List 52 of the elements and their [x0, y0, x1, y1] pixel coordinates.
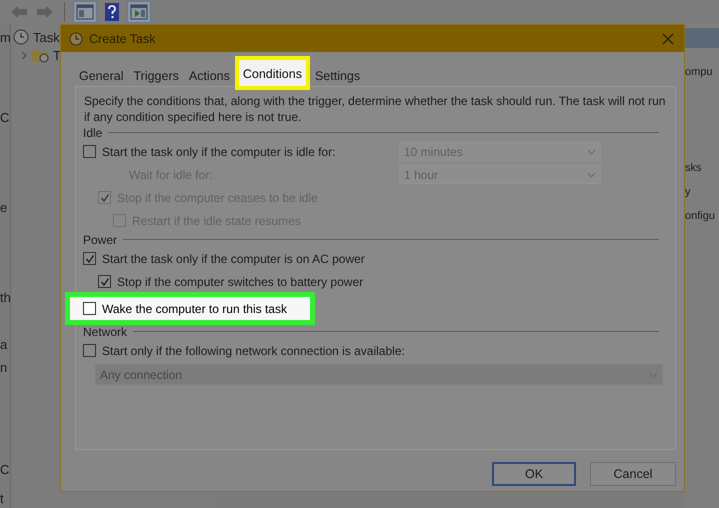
- clock-icon: [13, 29, 29, 45]
- dialog-button[interactable]: OK: [492, 462, 576, 486]
- chevron-down-icon: [587, 172, 596, 178]
- check-icon: [84, 254, 94, 264]
- tab[interactable]: General: [74, 66, 128, 86]
- chevron-down-icon: [587, 148, 596, 154]
- section-heading: Network: [83, 324, 128, 338]
- help-icon: [105, 3, 119, 21]
- checkbox[interactable]: [83, 252, 96, 265]
- check-icon: [100, 192, 110, 202]
- forward-arrow-icon: [36, 5, 54, 19]
- clock-icon: [69, 32, 83, 46]
- highlighted-tab[interactable]: Conditions: [234, 56, 310, 90]
- checkbox-label: Wake the computer to run this task: [102, 302, 287, 316]
- checkbox[interactable]: [83, 302, 96, 315]
- cut-off-text: n: [0, 361, 8, 375]
- play-panel-icon: [130, 4, 148, 20]
- tree-item[interactable]: T: [53, 48, 61, 62]
- checkbox-label: Start only if the following network connection is available:: [102, 344, 405, 358]
- description-text: Specify the conditions that, along with the trigger, determine whether the task should run. The task will not run if any condition specified here is not true.: [84, 93, 666, 125]
- checkbox[interactable]: [83, 344, 96, 357]
- checkbox-label: Stop if the computer switches to battery power: [117, 274, 364, 288]
- window-title: Create Task: [89, 32, 156, 46]
- cut-off-text: th: [0, 291, 10, 305]
- section-heading: Idle: [83, 126, 102, 140]
- cut-off-text: sks: [685, 161, 702, 176]
- tab[interactable]: Triggers: [128, 66, 184, 86]
- checkbox[interactable]: [98, 275, 111, 288]
- cut-off-text: m: [0, 31, 10, 45]
- check-icon: [100, 276, 110, 286]
- checkbox[interactable]: [83, 145, 96, 158]
- tree-item[interactable]: Task: [33, 30, 60, 44]
- cut-off-text: C: [0, 463, 10, 477]
- section-heading: Power: [83, 232, 118, 246]
- close-icon[interactable]: [662, 32, 674, 44]
- cut-off-text: y: [685, 185, 692, 200]
- cut-off-text: ompu: [685, 65, 714, 80]
- cut-off-text: e: [0, 201, 8, 215]
- tab[interactable]: Settings: [310, 66, 366, 86]
- tab[interactable]: Actions: [184, 66, 235, 86]
- cut-off-text: t: [0, 492, 5, 506]
- column-header: [685, 28, 719, 48]
- checkbox-label: Start the task only if the computer is idle for:: [102, 144, 336, 158]
- cut-off-text: a: [0, 338, 8, 352]
- checkbox-label: Start the task only if the computer is on AC power: [102, 252, 365, 266]
- folder-clock-icon: [31, 47, 49, 63]
- chevron-right-icon: [21, 50, 27, 60]
- cut-off-text: C: [0, 111, 10, 125]
- window-panel-icon: [76, 4, 94, 20]
- dialog-button[interactable]: Cancel: [590, 462, 676, 486]
- back-arrow-icon: [10, 5, 28, 19]
- cut-off-text: onfigu: [685, 209, 716, 224]
